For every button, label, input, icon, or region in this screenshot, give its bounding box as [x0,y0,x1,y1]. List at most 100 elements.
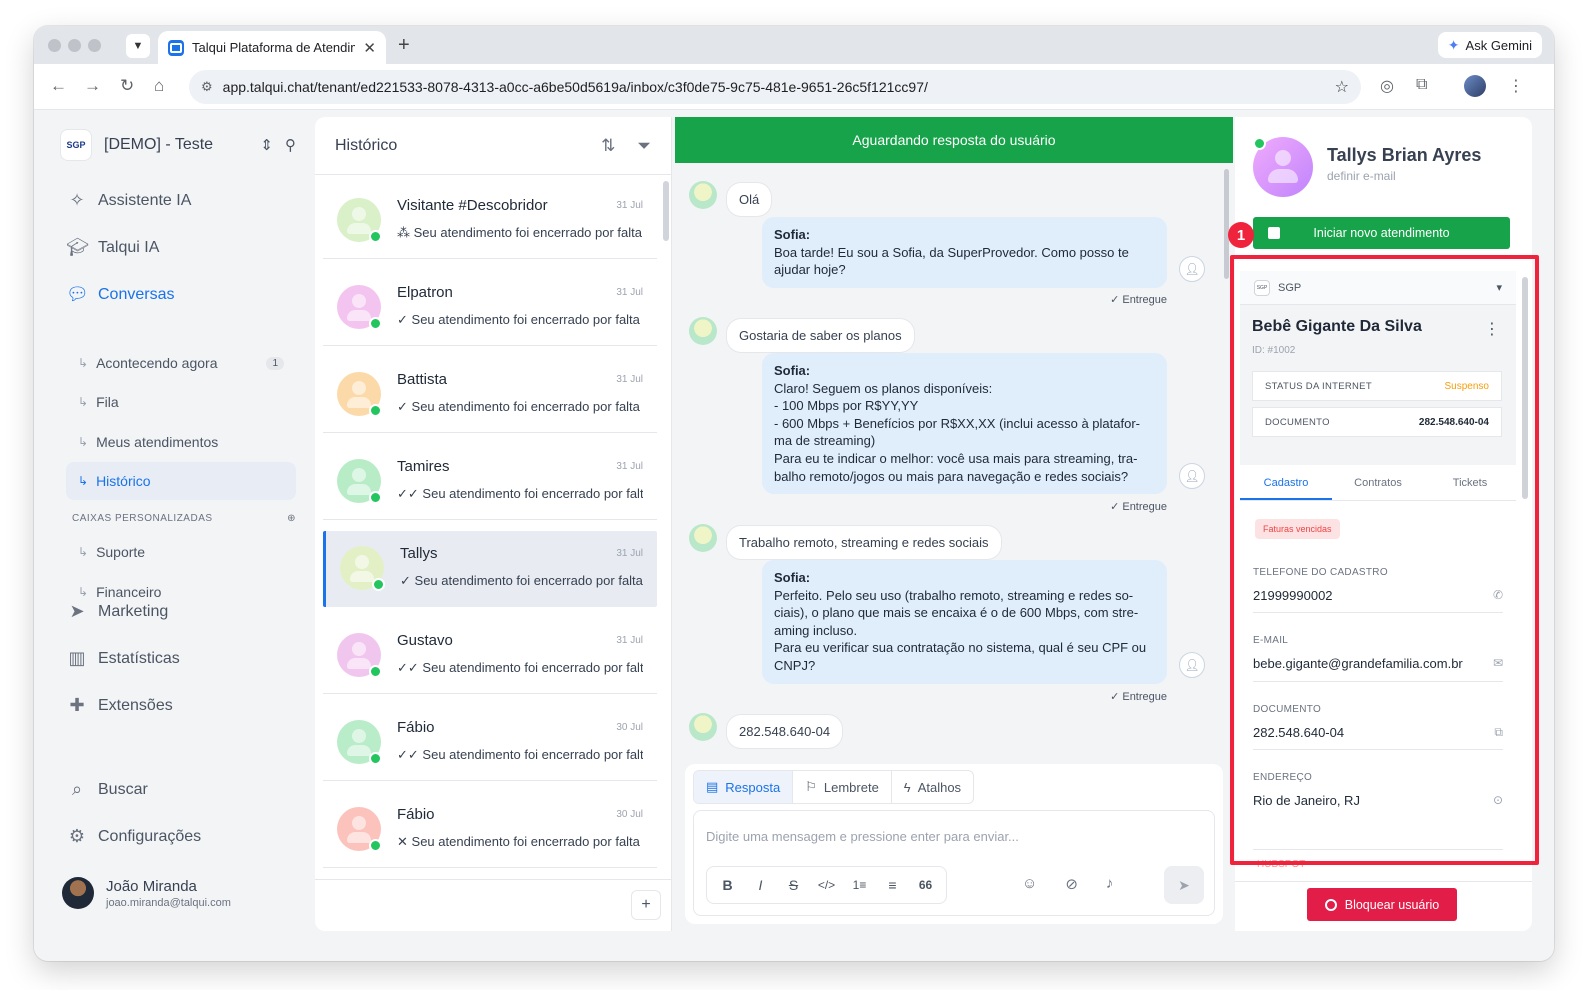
nav-historico[interactable]: ↳ Histórico [66,462,296,500]
url-text[interactable]: app.talqui.chat/tenant/ed221533-8078-431… [223,79,1325,95]
emoji-icon[interactable]: ☺ [1022,875,1037,893]
conversation-date: 31 Jul [616,200,643,211]
tab-label: Resposta [725,779,781,795]
site-settings-icon[interactable]: ⚙ [201,79,213,95]
back-arrow-icon[interactable]: ← [50,76,67,96]
set-email-link[interactable]: definir e-mail [1327,169,1396,183]
scrollbar[interactable] [663,181,669,241]
message-input[interactable]: Digite uma mensagem e pressione enter pa… [693,810,1215,916]
status-icon: ⁂ [397,225,410,240]
conversation-item[interactable]: Gustavo 31 Jul ✓✓ Seu atendimento foi ence… [323,618,657,694]
lightning-icon: ϟ [903,779,911,795]
add-box-icon[interactable]: ⊕ [287,513,296,524]
nav-label: Conversas [98,285,175,303]
code-button[interactable]: </> [812,878,841,892]
nav-label: Financeiro [96,584,162,600]
conversation-item[interactable]: Elpatron 31 Jul ✓ Seu atendimento foi ence… [323,270,657,346]
nav-suporte[interactable]: ↳ Suporte [66,533,296,571]
chat-panel: Aguardando resposta do usuário Olá Sofia… [675,117,1233,931]
nav-meus-atendimentos[interactable]: ↳ Meus atendimentos [66,423,296,461]
nav-fila[interactable]: ↳ Fila [66,383,296,421]
nav-assistente-ia[interactable]: ✧ Assistente IA [66,190,191,211]
status-icon: ✓ [397,399,408,414]
whatsapp-icon [369,230,382,243]
extension-icon[interactable]: ◎ [1380,76,1394,96]
browser-tab[interactable]: Talqui Plataforma de Atendim ✕ [158,31,386,64]
org-name: [DEMO] - Teste [104,136,214,153]
reload-icon[interactable]: ↻ [120,76,134,96]
send-button[interactable]: ➤ [1164,866,1204,904]
format-toolbar: B I S </> 1≡ ≡ 66 [706,866,947,904]
filter-icon[interactable]: ⏷ [637,136,651,156]
new-tab-button[interactable]: + [398,34,410,57]
nav-acontecendo-agora[interactable]: ↳ Acontecendo agora 1 [66,344,296,382]
quote-button[interactable]: 66 [911,878,940,892]
profile-avatar[interactable] [1464,75,1486,97]
message-preview: ✓ Seu atendimento foi encerrado por falt… [397,312,643,328]
nav-marketing[interactable]: ➤ Marketing [66,601,168,622]
conversation-item[interactable]: Fábio 30 Jul ✕ Seu atendimento foi encerra… [323,792,657,868]
contact-name: Fábio [397,719,435,736]
home-icon[interactable]: ⌂ [154,76,164,96]
minimize-window-button[interactable] [68,39,81,52]
graduation-cap-icon: 🎓︎ [66,237,89,257]
whatsapp-icon [369,404,382,417]
sidebar: SGP [DEMO] - Teste ⇕ ⚲ ✧ Assistente IA 🎓… [46,111,306,961]
chevron-down-icon: ▼ [132,40,144,52]
delivery-status: ✓ Entregue [1110,501,1167,513]
tab-search-button[interactable]: ▼ [126,34,150,58]
conversation-item[interactable]: Battista 31 Jul ✓ Seu atendimento foi ence… [323,357,657,433]
bold-button[interactable]: B [713,877,742,893]
maximize-window-button[interactable] [88,39,101,52]
nav-estatisticas[interactable]: ▥ Estatísticas [66,648,179,669]
nav-extensoes[interactable]: ✚ Extensões [66,695,172,716]
tab-resposta[interactable]: ▤ Resposta [694,771,794,803]
chevron-up-down-icon[interactable]: ⇕ [260,136,273,154]
forward-arrow-icon[interactable]: → [84,76,101,96]
strikethrough-button[interactable]: S [779,877,808,893]
extensions-puzzle-icon[interactable]: ⧉ [1416,76,1427,94]
bullet-list-button[interactable]: ≡ [878,877,907,893]
message-text: Boa tarde! Eu sou a Sofia, da SuperProve… [774,244,1129,278]
nav-conversas[interactable]: 💬︎ Conversas [66,284,174,305]
microphone-icon[interactable]: ♪ [1106,875,1114,893]
conversation-item[interactable]: Fábio 30 Jul ✓✓ Seu atendimento foi encerr… [323,705,657,781]
tab-title: Talqui Plataforma de Atendim [192,40,356,55]
nav-label: Acontecendo agora [96,355,218,371]
close-window-button[interactable] [48,39,61,52]
conversation-list-footer: + [315,879,671,931]
italic-button[interactable]: I [746,877,775,893]
attachment-icon[interactable]: ⊘ [1065,875,1078,893]
tab-strip: ▼ Talqui Plataforma de Atendim ✕ + ✦ Ask… [34,26,1554,64]
tab-lembrete[interactable]: ⚐ Lembrete [793,771,892,803]
org-switcher[interactable]: SGP [DEMO] - Teste ⇕ ⚲ [60,129,296,161]
nav-talqui-ia[interactable]: 🎓︎ Talqui IA [66,237,159,258]
bookmark-star-icon[interactable]: ☆ [1335,77,1349,97]
ask-gemini-button[interactable]: ✦ Ask Gemini [1437,32,1542,58]
nav-buscar[interactable]: ⌕ Buscar [66,779,148,800]
conversation-item[interactable]: Visitante #Descobridor 31 Jul ⁂ Seu atendi… [323,183,657,259]
user-profile[interactable]: João Miranda joao.miranda@talqui.com [62,877,231,909]
pin-icon[interactable]: ⚲ [285,136,296,154]
conversation-item[interactable]: Tallys 31 Jul ✓ Seu atendimento foi encerr… [323,531,657,607]
conversation-item[interactable]: Tamires 31 Jul ✓✓ Seu atendimento foi ence… [323,444,657,520]
nav-configuracoes[interactable]: ⚙ Configurações [66,826,201,847]
address-bar[interactable]: ⚙ app.talqui.chat/tenant/ed221533-8078-4… [189,70,1361,104]
delivery-status: ✓ Entregue [1110,691,1167,703]
status-banner: Aguardando resposta do usuário [675,117,1233,163]
contact-name[interactable]: Tallys Brian Ayres [1327,145,1517,166]
ask-gemini-label: Ask Gemini [1465,37,1532,53]
start-conversation-button[interactable]: Iniciar novo atendimento [1253,217,1510,249]
new-conversation-button[interactable]: + [631,890,661,920]
sort-icon[interactable]: ⇅ [601,136,615,156]
tab-atalhos[interactable]: ϟ Atalhos [892,771,973,803]
block-user-button[interactable]: Bloquear usuário [1307,888,1457,921]
bar-chart-icon: ▥ [68,648,86,668]
message-preview: ✓✓ Seu atendimento foi encerrado por fal… [397,747,643,763]
button-label: Iniciar novo atendimento [1313,226,1450,240]
close-tab-icon[interactable]: ✕ [363,39,376,57]
ordered-list-button[interactable]: 1≡ [845,878,874,892]
conversation-list-header: Histórico ⇅ ⏷ [315,117,671,175]
scrollbar[interactable] [1224,169,1229,279]
menu-kebab-icon[interactable]: ⋮ [1508,76,1524,96]
